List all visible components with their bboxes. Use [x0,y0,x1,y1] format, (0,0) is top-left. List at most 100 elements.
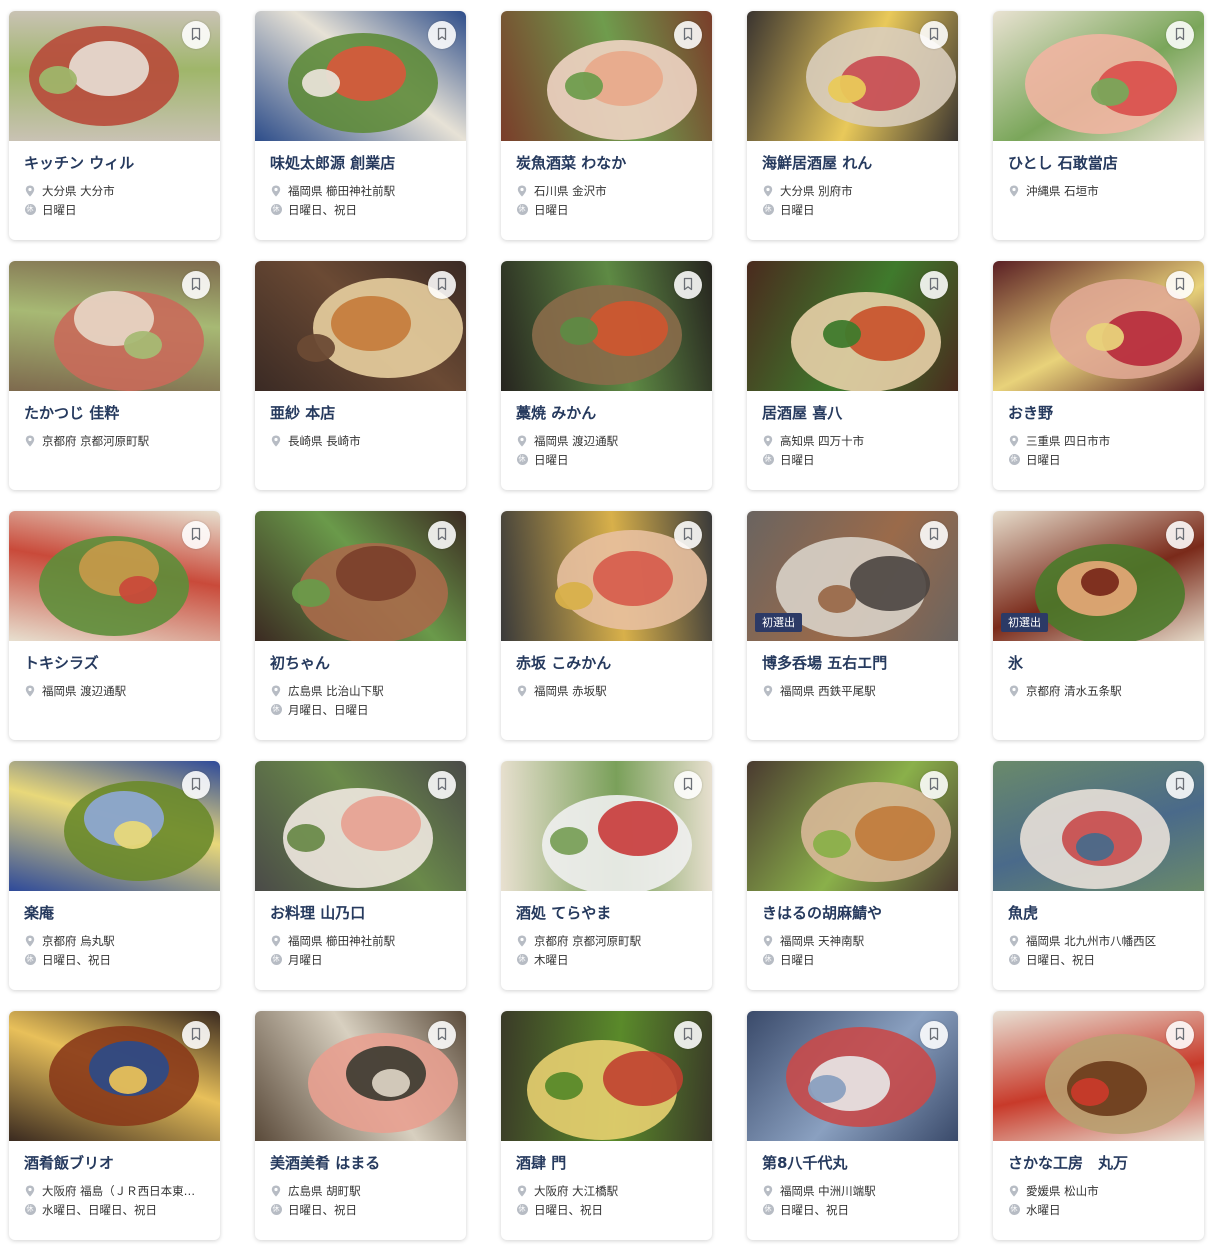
restaurant-card[interactable]: きはるの胡麻鯖や 福岡県 天神南駅 休 日曜日 [747,761,958,990]
restaurant-photo[interactable] [255,261,466,391]
restaurant-card[interactable]: 味処太郎源 創業店 福岡県 櫛田神社前駅 休 日曜日、祝日 [255,11,466,240]
restaurant-card[interactable]: 初選出 氷 京都府 清水五条駅 休 [993,511,1204,740]
restaurant-photo[interactable] [255,511,466,641]
bookmark-button[interactable] [1166,521,1194,549]
bookmark-button[interactable] [674,521,702,549]
restaurant-card[interactable]: 居酒屋 喜八 高知県 四万十市 休 日曜日 [747,261,958,490]
restaurant-name[interactable]: 博多呑場 五右エ門 [762,653,948,673]
bookmark-button[interactable] [920,521,948,549]
restaurant-photo[interactable] [9,511,220,641]
restaurant-name[interactable]: キッチン ウィル [24,153,210,173]
restaurant-name[interactable]: 第8八千代丸 [762,1153,948,1173]
restaurant-card[interactable]: お料理 山乃口 福岡県 櫛田神社前駅 休 月曜日 [255,761,466,990]
bookmark-button[interactable] [428,21,456,49]
restaurant-name[interactable]: ひとし 石敢當店 [1008,153,1194,173]
restaurant-photo[interactable] [501,1011,712,1141]
restaurant-card[interactable]: 美酒美肴 はまる 広島県 胡町駅 休 日曜日、祝日 [255,1011,466,1240]
restaurant-card[interactable]: 第8八千代丸 福岡県 中洲川端駅 休 日曜日、祝日 [747,1011,958,1240]
bookmark-button[interactable] [674,1021,702,1049]
restaurant-name[interactable]: 炭魚酒菜 わなか [516,153,702,173]
restaurant-card[interactable]: キッチン ウィル 大分県 大分市 休 日曜日 [9,11,220,240]
restaurant-photo[interactable] [255,1011,466,1141]
bookmark-button[interactable] [674,771,702,799]
restaurant-card[interactable]: 楽庵 京都府 烏丸駅 休 日曜日、祝日 [9,761,220,990]
restaurant-card[interactable]: 赤坂 こみかん 福岡県 赤坂駅 休 [501,511,712,740]
restaurant-name[interactable]: 美酒美肴 はまる [270,1153,456,1173]
restaurant-name[interactable]: お料理 山乃口 [270,903,456,923]
restaurant-card[interactable]: 藁焼 みかん 福岡県 渡辺通駅 休 日曜日 [501,261,712,490]
restaurant-photo[interactable] [747,11,958,141]
restaurant-card[interactable]: 初選出 博多呑場 五右エ門 福岡県 西鉄平尾駅 休 [747,511,958,740]
bookmark-button[interactable] [428,1021,456,1049]
bookmark-button[interactable] [428,771,456,799]
restaurant-name[interactable]: きはるの胡麻鯖や [762,903,948,923]
bookmark-button[interactable] [428,521,456,549]
bookmark-button[interactable] [1166,271,1194,299]
bookmark-button[interactable] [428,271,456,299]
restaurant-photo[interactable] [501,761,712,891]
restaurant-photo[interactable] [255,11,466,141]
restaurant-name[interactable]: 酒肆 門 [516,1153,702,1173]
restaurant-photo[interactable] [747,761,958,891]
bookmark-button[interactable] [182,771,210,799]
restaurant-name[interactable]: 初ちゃん [270,653,456,673]
bookmark-button[interactable] [674,271,702,299]
bookmark-button[interactable] [920,1021,948,1049]
restaurant-name[interactable]: 楽庵 [24,903,210,923]
bookmark-button[interactable] [182,21,210,49]
restaurant-card[interactable]: 酒肆 門 大阪府 大江橋駅 休 日曜日、祝日 [501,1011,712,1240]
restaurant-photo[interactable] [993,761,1204,891]
restaurant-photo[interactable] [993,261,1204,391]
restaurant-photo[interactable]: 初選出 [747,511,958,641]
restaurant-photo[interactable] [9,261,220,391]
bookmark-button[interactable] [182,521,210,549]
restaurant-name[interactable]: 魚虎 [1008,903,1194,923]
bookmark-button[interactable] [1166,1021,1194,1049]
restaurant-photo[interactable] [9,11,220,141]
restaurant-name[interactable]: 氷 [1008,653,1194,673]
restaurant-photo[interactable] [993,1011,1204,1141]
restaurant-name[interactable]: 藁焼 みかん [516,403,702,423]
bookmark-button[interactable] [1166,771,1194,799]
restaurant-photo[interactable] [747,261,958,391]
restaurant-card[interactable]: たかつじ 佳粋 京都府 京都河原町駅 休 [9,261,220,490]
restaurant-card[interactable]: おき野 三重県 四日市市 休 日曜日 [993,261,1204,490]
restaurant-card[interactable]: ひとし 石敢當店 沖縄県 石垣市 休 [993,11,1204,240]
restaurant-name[interactable]: 酒処 てらやま [516,903,702,923]
restaurant-name[interactable]: 味処太郎源 創業店 [270,153,456,173]
restaurant-card[interactable]: 亜紗 本店 長崎県 長崎市 休 [255,261,466,490]
restaurant-card[interactable]: トキシラズ 福岡県 渡辺通駅 休 [9,511,220,740]
bookmark-button[interactable] [920,771,948,799]
restaurant-name[interactable]: 赤坂 こみかん [516,653,702,673]
restaurant-photo[interactable] [747,1011,958,1141]
restaurant-photo[interactable] [255,761,466,891]
restaurant-photo[interactable] [993,11,1204,141]
restaurant-photo[interactable] [501,261,712,391]
bookmark-button[interactable] [1166,21,1194,49]
restaurant-photo[interactable] [9,1011,220,1141]
restaurant-name[interactable]: トキシラズ [24,653,210,673]
restaurant-photo[interactable]: 初選出 [993,511,1204,641]
restaurant-card[interactable]: 炭魚酒菜 わなか 石川県 金沢市 休 日曜日 [501,11,712,240]
restaurant-name[interactable]: おき野 [1008,403,1194,423]
restaurant-card[interactable]: さかな工房 丸万 愛媛県 松山市 休 水曜日 [993,1011,1204,1240]
bookmark-button[interactable] [920,271,948,299]
restaurant-photo[interactable] [9,761,220,891]
bookmark-button[interactable] [182,1021,210,1049]
restaurant-card[interactable]: 酒処 てらやま 京都府 京都河原町駅 休 木曜日 [501,761,712,990]
restaurant-card[interactable]: 初ちゃん 広島県 比治山下駅 休 月曜日、日曜日 [255,511,466,740]
bookmark-button[interactable] [674,21,702,49]
restaurant-name[interactable]: たかつじ 佳粋 [24,403,210,423]
restaurant-card[interactable]: 酒肴飯ブリオ 大阪府 福島（ＪＲ西日本東西線）駅 休 水曜日、日曜日、祝日 [9,1011,220,1240]
restaurant-name[interactable]: さかな工房 丸万 [1008,1153,1194,1173]
restaurant-name[interactable]: 酒肴飯ブリオ [24,1153,210,1173]
restaurant-name[interactable]: 居酒屋 喜八 [762,403,948,423]
restaurant-name[interactable]: 海鮮居酒屋 れん [762,153,948,173]
restaurant-card[interactable]: 魚虎 福岡県 北九州市八幡西区 休 日曜日、祝日 [993,761,1204,990]
restaurant-photo[interactable] [501,11,712,141]
bookmark-button[interactable] [920,21,948,49]
restaurant-name[interactable]: 亜紗 本店 [270,403,456,423]
restaurant-card[interactable]: 海鮮居酒屋 れん 大分県 別府市 休 日曜日 [747,11,958,240]
bookmark-button[interactable] [182,271,210,299]
restaurant-photo[interactable] [501,511,712,641]
